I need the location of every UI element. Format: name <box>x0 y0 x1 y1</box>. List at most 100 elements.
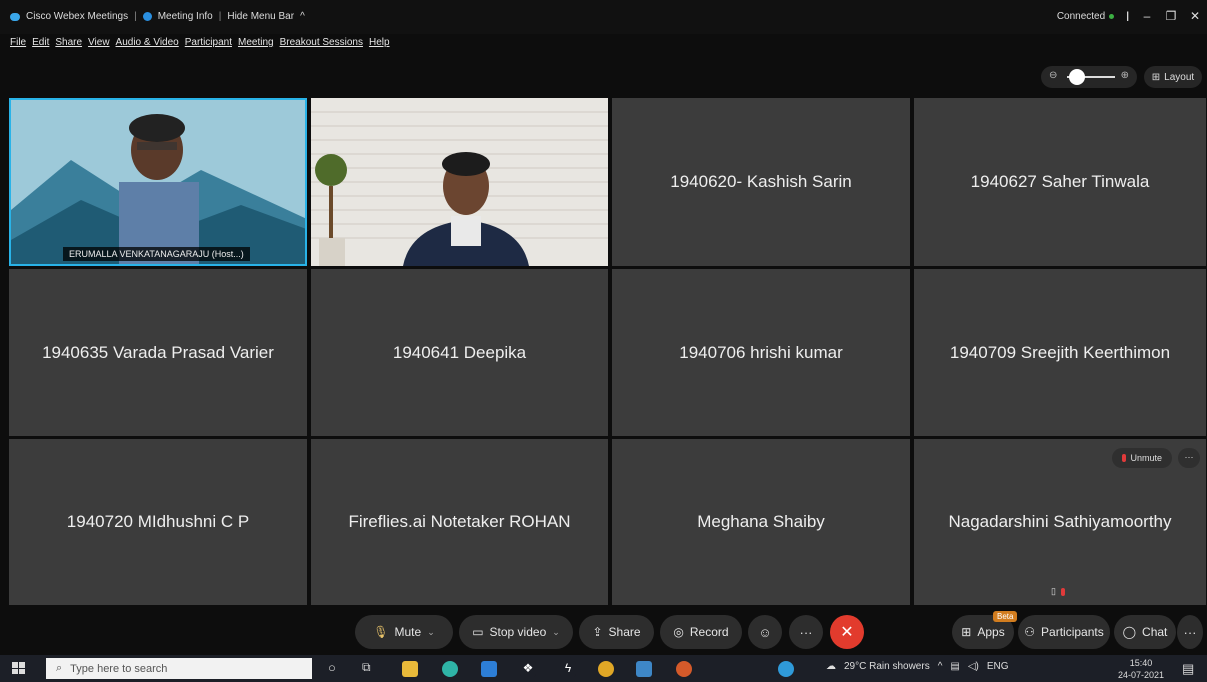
menu-share[interactable]: Share <box>55 37 82 48</box>
taskbar-clock[interactable]: 15:40 24-07-2021 <box>1118 657 1164 681</box>
windows-taskbar: ⌕ Type here to search ○ ⧉ ❖ ϟ ☁ 29°C Rai… <box>0 655 1207 682</box>
volume-icon[interactable]: ◁) <box>968 661 979 672</box>
weather-text[interactable]: 29°C Rain showers <box>844 661 930 672</box>
participant-name: 1940627 Saher Tinwala <box>970 172 1150 191</box>
participant-tile[interactable]: 1940620- Kashish Sarin <box>612 98 910 266</box>
language-indicator[interactable]: ENG <box>987 661 1009 672</box>
participant-name: Meghana Shaiby <box>697 512 825 531</box>
network-icon[interactable]: ▤ <box>950 661 959 672</box>
menu-file[interactable]: File <box>10 37 26 48</box>
participant-tile[interactable]: 1940635 Varada Prasad Varier <box>9 269 307 436</box>
share-button[interactable]: ⇪ Share <box>579 615 654 649</box>
windows-start-icon[interactable] <box>12 662 25 674</box>
participants-panel-button[interactable]: ⚇ Participants <box>1018 615 1110 649</box>
person-icon: ⚇ <box>1024 625 1036 639</box>
menu-meeting[interactable]: Meeting <box>238 37 274 48</box>
powerpoint-icon[interactable] <box>676 661 692 677</box>
window-title-bar: Cisco Webex Meetings | Meeting Info | Hi… <box>0 0 1207 34</box>
stop-video-button[interactable]: ▭ Stop video ⌄ <box>459 615 573 649</box>
close-icon[interactable]: ✕ <box>1189 9 1201 23</box>
video-tile-presenter[interactable] <box>311 98 608 266</box>
webex-taskbar-icon[interactable] <box>636 661 652 677</box>
menu-edit[interactable]: Edit <box>32 37 49 48</box>
presenter-video-feed <box>311 98 608 266</box>
participant-tile[interactable]: Fireflies.ai Notetaker ROHAN <box>311 439 608 605</box>
edge-browser-icon[interactable] <box>442 661 458 677</box>
participant-tile[interactable]: 1940706 hrishi kumar <box>612 269 910 436</box>
meeting-info-link[interactable]: Meeting Info <box>158 11 213 22</box>
video-zoom-slider[interactable]: ⊖ ⊕ <box>1041 66 1137 88</box>
hide-menu-bar-button[interactable]: Hide Menu Bar <box>227 11 294 22</box>
participant-name: Fireflies.ai Notetaker ROHAN <box>348 512 571 531</box>
participant-name: 1940709 Sreejith Keerthimon <box>949 342 1171 362</box>
help-app-icon[interactable] <box>778 661 794 677</box>
minimize-icon[interactable]: – <box>1141 9 1153 23</box>
record-button[interactable]: ◎ Record <box>660 615 742 649</box>
zoom-knob[interactable] <box>1068 69 1085 85</box>
taskbar-search-box[interactable]: ⌕ Type here to search <box>46 658 312 679</box>
video-camera-icon: ▭ <box>472 625 484 639</box>
lightning-app-icon[interactable]: ϟ <box>560 661 576 677</box>
panel-more-button[interactable]: ··· <box>1177 615 1203 649</box>
participant-name: 1940706 hrishi kumar <box>679 342 843 362</box>
restore-icon[interactable]: ❐ <box>1165 9 1177 23</box>
notification-icon[interactable]: ▤ <box>1182 661 1194 677</box>
title-right-group: Connected | – ❐ ✕ <box>1057 9 1201 23</box>
menu-help[interactable]: Help <box>369 37 390 48</box>
mic-muted-icon <box>1122 454 1127 462</box>
zoom-in-icon[interactable]: ⊕ <box>1121 70 1129 81</box>
participant-tile[interactable]: 1940709 Sreejith Keerthimon <box>914 269 1206 436</box>
meeting-info-icon[interactable] <box>142 12 152 21</box>
host-name-label: ERUMALLA VENKATANAGARAJU (Host...) <box>63 247 250 261</box>
participant-tile[interactable]: 1940720 MIdhushni C P <box>9 439 307 605</box>
participant-name: 1940635 Varada Prasad Varier <box>42 342 274 362</box>
more-options-button[interactable]: ··· <box>789 615 823 649</box>
tile-more-button[interactable]: ··· <box>1178 448 1200 468</box>
mic-muted-icon <box>1060 587 1065 596</box>
menu-bar: File Edit Share View Audio & Video Parti… <box>10 37 390 48</box>
participant-tile-hovered[interactable]: Unmute ··· Nagadarshini Sathiyamoorthy ▯ <box>914 439 1206 605</box>
file-explorer-icon[interactable] <box>402 661 418 677</box>
participant-name: Nagadarshini Sathiyamoorthy <box>948 512 1172 531</box>
chat-bubble-icon: ◯ <box>1122 625 1137 639</box>
ellipsis-icon: ··· <box>799 624 813 640</box>
connected-dot-icon <box>1109 13 1115 19</box>
menu-view[interactable]: View <box>88 37 110 48</box>
participant-name: 1940720 MIdhushni C P <box>66 512 250 531</box>
chevron-down-icon[interactable]: ⌄ <box>552 627 560 638</box>
layout-button[interactable]: ⊞ Layout <box>1144 66 1202 88</box>
beta-badge: Beta <box>993 611 1018 622</box>
app-title: Cisco Webex Meetings <box>26 11 129 22</box>
zoom-out-icon[interactable]: ⊖ <box>1049 70 1057 81</box>
video-tile-host[interactable]: ERUMALLA VENKATANAGARAJU (Host...) <box>9 98 307 266</box>
ellipsis-icon: ··· <box>1183 624 1197 640</box>
apps-grid-icon: ⊞ <box>961 625 972 639</box>
leave-meeting-button[interactable]: ✕ <box>830 615 864 649</box>
menu-participant[interactable]: Participant <box>185 37 232 48</box>
dropbox-icon[interactable]: ❖ <box>520 661 536 677</box>
host-video-feed <box>11 100 305 264</box>
participant-tile[interactable]: 1940641 Deepika <box>311 269 608 436</box>
participant-name: 1940641 Deepika <box>392 342 527 362</box>
menu-breakout-sessions[interactable]: Breakout Sessions <box>280 37 363 48</box>
phone-icon: ▯ <box>1051 586 1056 596</box>
task-view-icon[interactable]: ⧉ <box>362 660 371 675</box>
share-icon: ⇪ <box>592 625 603 639</box>
microphone-icon: 🎙 <box>373 625 389 639</box>
reactions-button[interactable]: ☺ <box>748 615 782 649</box>
chevron-up-icon[interactable]: ^ <box>938 661 943 672</box>
chevron-down-icon[interactable]: ⌄ <box>427 627 435 638</box>
chevron-up-icon[interactable]: ^ <box>300 11 305 22</box>
chrome-icon[interactable] <box>598 661 614 677</box>
mail-icon[interactable] <box>481 661 497 677</box>
tile-status-icons: ▯ <box>1051 586 1065 597</box>
chat-panel-button[interactable]: ◯ Chat <box>1114 615 1176 649</box>
cortana-icon[interactable]: ○ <box>328 660 336 675</box>
participant-tile[interactable]: Meghana Shaiby <box>612 439 910 605</box>
menu-audio-video[interactable]: Audio & Video <box>116 37 179 48</box>
participant-name: 1940620- Kashish Sarin <box>670 172 852 191</box>
mute-button[interactable]: 🎙 Mute ⌄ <box>355 615 453 649</box>
unmute-participant-button[interactable]: Unmute <box>1112 448 1172 468</box>
participant-tile[interactable]: 1940627 Saher Tinwala <box>914 98 1206 266</box>
connection-status: Connected <box>1057 11 1115 22</box>
